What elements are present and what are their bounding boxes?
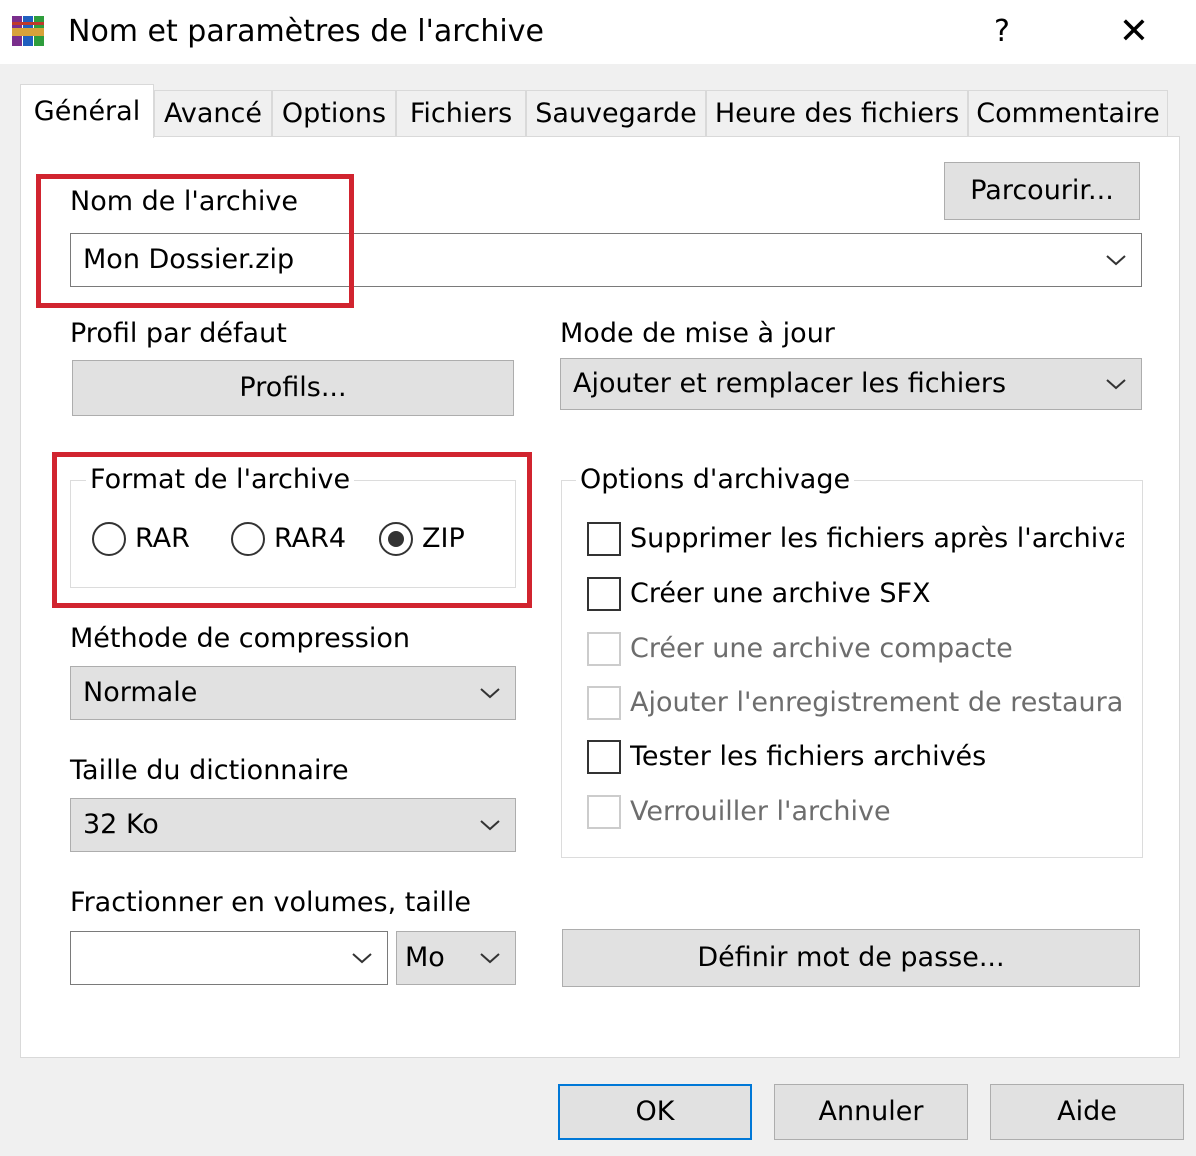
tab-general[interactable]: Général — [20, 84, 154, 138]
archiving-options-title: Options d'archivage — [576, 462, 855, 498]
checkbox-solid-archive-label: Créer une archive compacte — [630, 633, 1013, 664]
checkbox-recovery-record-label: Ajouter l'enregistrement de restauration — [630, 687, 1124, 718]
split-unit-select[interactable]: Mo — [396, 931, 516, 985]
chevron-down-icon[interactable] — [347, 948, 377, 968]
chevron-down-icon — [480, 820, 500, 831]
tab-file-time[interactable]: Heure des fichiers — [706, 90, 968, 137]
compression-method-label: Méthode de compression — [70, 623, 410, 654]
split-size-combobox[interactable] — [70, 931, 388, 985]
update-mode-label: Mode de mise à jour — [560, 318, 835, 349]
update-mode-value: Ajouter et remplacer les fichiers — [573, 368, 1007, 399]
help-title-button[interactable]: ? — [976, 6, 1028, 58]
ok-button[interactable]: OK — [558, 1084, 752, 1140]
checkbox-create-sfx-label: Créer une archive SFX — [630, 578, 931, 609]
dictionary-size-select[interactable]: 32 Ko — [70, 798, 516, 852]
chevron-down-icon — [1106, 379, 1126, 390]
update-mode-select[interactable]: Ajouter et remplacer les fichiers — [560, 358, 1142, 410]
checkbox-delete-after[interactable] — [587, 522, 621, 556]
tab-advanced[interactable]: Avancé — [154, 90, 272, 137]
tab-files[interactable]: Fichiers — [396, 90, 526, 137]
chevron-down-icon — [480, 688, 500, 699]
compression-method-value: Normale — [83, 677, 198, 708]
tab-comment[interactable]: Commentaire — [968, 90, 1168, 137]
checkbox-create-sfx[interactable] — [587, 577, 621, 611]
set-password-button[interactable]: Définir mot de passe... — [562, 929, 1140, 987]
window-title: Nom et paramètres de l'archive — [68, 14, 544, 49]
compression-method-select[interactable]: Normale — [70, 666, 516, 720]
split-unit-value: Mo — [405, 942, 445, 973]
close-icon[interactable]: ✕ — [1106, 6, 1162, 58]
help-button[interactable]: Aide — [990, 1084, 1184, 1140]
tab-options[interactable]: Options — [272, 90, 396, 137]
default-profile-label: Profil par défaut — [70, 318, 287, 349]
chevron-down-icon[interactable] — [1101, 250, 1131, 270]
highlight-box-archive-format — [52, 452, 532, 608]
checkbox-solid-archive — [587, 632, 621, 666]
dictionary-size-value: 32 Ko — [83, 809, 159, 840]
profiles-button[interactable]: Profils... — [72, 360, 514, 416]
highlight-box-archive-name — [36, 174, 354, 308]
checkbox-test-files-label: Tester les fichiers archivés — [630, 741, 987, 772]
checkbox-test-files[interactable] — [587, 740, 621, 774]
checkbox-lock-archive-label: Verrouiller l'archive — [630, 796, 891, 827]
checkbox-delete-after-label: Supprimer les fichiers après l'archivage — [630, 523, 1124, 554]
tab-backup[interactable]: Sauvegarde — [526, 90, 706, 137]
checkbox-recovery-record — [587, 686, 621, 720]
cancel-button[interactable]: Annuler — [774, 1084, 968, 1140]
split-volumes-label: Fractionner en volumes, taille — [70, 887, 471, 918]
checkbox-lock-archive — [587, 795, 621, 829]
browse-button[interactable]: Parcourir... — [944, 162, 1140, 220]
chevron-down-icon — [480, 953, 500, 964]
winrar-app-icon — [10, 14, 48, 50]
dictionary-size-label: Taille du dictionnaire — [70, 755, 349, 786]
